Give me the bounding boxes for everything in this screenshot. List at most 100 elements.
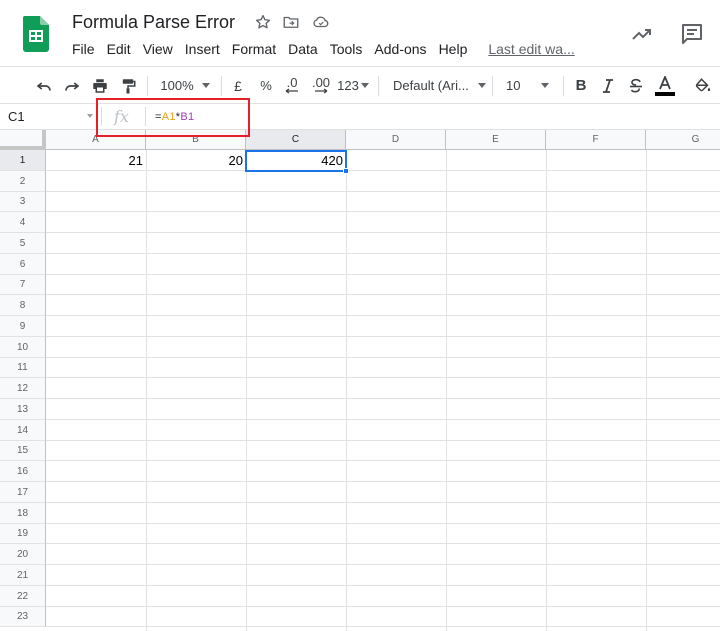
row-header[interactable]: 6 bbox=[0, 254, 46, 275]
grid-hline bbox=[46, 211, 720, 212]
italic-icon[interactable] bbox=[598, 67, 618, 104]
row-header[interactable]: 14 bbox=[0, 420, 46, 441]
column-header-a[interactable]: A bbox=[46, 130, 146, 149]
menu-file[interactable]: File bbox=[72, 41, 95, 59]
row-header[interactable]: 21 bbox=[0, 565, 46, 586]
comments-icon[interactable] bbox=[680, 22, 704, 46]
menu-view[interactable]: View bbox=[143, 41, 173, 59]
toolbar-separator bbox=[147, 76, 148, 96]
menu-format[interactable]: Format bbox=[232, 41, 276, 59]
column-header-c[interactable]: C bbox=[246, 130, 346, 149]
increase-decimals-button[interactable]: .00 bbox=[308, 67, 334, 104]
row-header[interactable]: 12 bbox=[0, 378, 46, 399]
document-title[interactable]: Formula Parse Error bbox=[72, 12, 235, 33]
row-header[interactable]: 18 bbox=[0, 503, 46, 524]
text-color-icon[interactable] bbox=[654, 67, 676, 104]
trending-up-icon[interactable] bbox=[630, 22, 654, 46]
redo-icon[interactable] bbox=[60, 67, 84, 104]
increase-decimals-label: .00 bbox=[311, 74, 331, 90]
decrease-decimals-label: .0 bbox=[286, 74, 298, 90]
print-icon[interactable] bbox=[88, 67, 112, 104]
row-header[interactable]: 8 bbox=[0, 295, 46, 316]
name-box[interactable]: C1 bbox=[0, 104, 97, 129]
grid-hline bbox=[46, 253, 720, 254]
row-header[interactable]: 20 bbox=[0, 544, 46, 565]
name-box-caret-icon bbox=[87, 114, 93, 118]
formula-input[interactable]: =A1*B1 bbox=[155, 111, 194, 123]
grid-hline bbox=[46, 191, 720, 192]
grid-hline bbox=[46, 274, 720, 275]
select-all-corner[interactable] bbox=[0, 130, 46, 150]
grid-hline bbox=[46, 419, 720, 420]
grid-hline bbox=[46, 502, 720, 503]
grid-hline bbox=[46, 315, 720, 316]
grid-hline bbox=[46, 523, 720, 524]
grid-hline bbox=[46, 294, 720, 295]
font-family-value: Default (Ari... bbox=[393, 78, 469, 93]
toolbar-separator bbox=[492, 76, 493, 96]
grid-hline bbox=[46, 232, 720, 233]
active-cell-selection[interactable] bbox=[245, 150, 349, 174]
formula-bar-divider bbox=[101, 107, 102, 126]
cloud-status-icon[interactable] bbox=[311, 13, 331, 33]
decrease-decimals-button[interactable]: .0 bbox=[282, 67, 302, 104]
last-edit-link[interactable]: Last edit wa... bbox=[488, 41, 574, 59]
undo-icon[interactable] bbox=[32, 67, 56, 104]
grid-hline bbox=[46, 585, 720, 586]
row-header[interactable]: 5 bbox=[0, 233, 46, 254]
more-formats-label: 123 bbox=[337, 78, 359, 93]
formula-bar-divider bbox=[145, 107, 146, 126]
row-header[interactable]: 23 bbox=[0, 607, 46, 627]
move-to-folder-icon[interactable] bbox=[282, 13, 302, 33]
row-header[interactable]: 22 bbox=[0, 586, 46, 607]
grid-hline bbox=[46, 564, 720, 565]
font-size-select[interactable]: 10 bbox=[500, 67, 558, 104]
strikethrough-icon[interactable] bbox=[626, 67, 646, 104]
percent-button[interactable]: % bbox=[256, 67, 276, 104]
row-header[interactable]: 15 bbox=[0, 441, 46, 461]
row-header[interactable]: 19 bbox=[0, 524, 46, 544]
zoom-select[interactable]: 100% bbox=[156, 67, 214, 104]
menu-tools[interactable]: Tools bbox=[330, 41, 363, 59]
bold-button[interactable]: B bbox=[571, 67, 591, 104]
fx-icon: fx bbox=[114, 107, 129, 126]
menu-add-ons[interactable]: Add-ons bbox=[374, 41, 426, 59]
row-header[interactable]: 11 bbox=[0, 358, 46, 378]
row-header[interactable]: 7 bbox=[0, 275, 46, 295]
paint-format-icon[interactable] bbox=[116, 67, 140, 104]
more-formats-select[interactable]: 123 bbox=[336, 67, 370, 104]
grid-hline bbox=[46, 543, 720, 544]
column-header-g[interactable]: G bbox=[646, 130, 720, 149]
cell-a1[interactable]: 21 bbox=[46, 150, 146, 171]
cell-b1[interactable]: 20 bbox=[146, 150, 246, 171]
column-header-e[interactable]: E bbox=[446, 130, 546, 149]
row-header[interactable]: 16 bbox=[0, 461, 46, 482]
row-header[interactable]: 10 bbox=[0, 337, 46, 358]
sheets-logo-icon[interactable] bbox=[23, 16, 49, 52]
font-family-select[interactable]: Default (Ari... bbox=[388, 67, 486, 104]
row-header[interactable]: 9 bbox=[0, 316, 46, 337]
column-header-f[interactable]: F bbox=[546, 130, 646, 149]
menu-insert[interactable]: Insert bbox=[185, 41, 220, 59]
column-header-b[interactable]: B bbox=[146, 130, 246, 149]
row-header[interactable]: 1 bbox=[0, 150, 46, 171]
row-header[interactable]: 13 bbox=[0, 399, 46, 420]
row-header[interactable]: 3 bbox=[0, 192, 46, 212]
grid-hline bbox=[46, 398, 720, 399]
grid-vline bbox=[246, 150, 247, 631]
menu-data[interactable]: Data bbox=[288, 41, 318, 59]
grid-hline bbox=[46, 606, 720, 607]
fill-color-icon[interactable] bbox=[692, 67, 714, 104]
star-icon[interactable] bbox=[254, 13, 274, 33]
toolbar-separator bbox=[563, 76, 564, 96]
currency-button[interactable]: £ bbox=[228, 67, 248, 104]
row-header[interactable]: 4 bbox=[0, 212, 46, 233]
formula-ref-a1: A1 bbox=[161, 111, 176, 123]
menu-help[interactable]: Help bbox=[439, 41, 468, 59]
column-header-row: A B C D E F G bbox=[0, 130, 720, 150]
column-header-d[interactable]: D bbox=[346, 130, 446, 149]
row-header[interactable]: 2 bbox=[0, 171, 46, 192]
menu-edit[interactable]: Edit bbox=[107, 41, 131, 59]
row-header[interactable]: 17 bbox=[0, 482, 46, 503]
fill-handle[interactable] bbox=[343, 168, 349, 174]
